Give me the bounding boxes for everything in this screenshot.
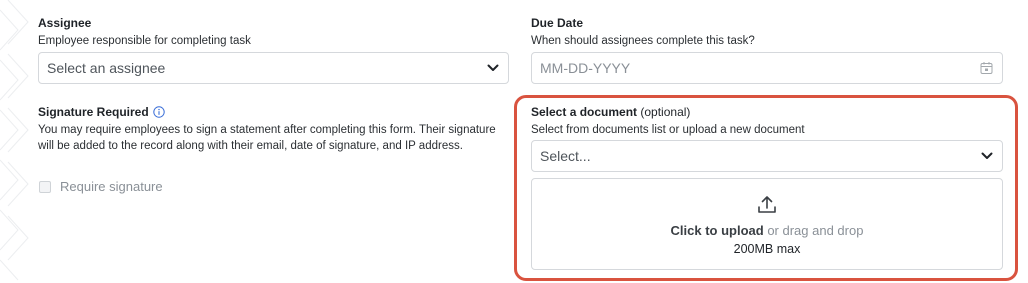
require-signature-checkbox[interactable] (39, 180, 51, 193)
document-label-row: Select a document (optional) (531, 105, 1001, 119)
document-description: Select from documents list or upload a n… (531, 124, 805, 136)
chevron-down-icon (487, 64, 499, 71)
due-date-placeholder: MM-DD-YYYY (540, 60, 631, 76)
document-select[interactable]: Select... (531, 140, 1003, 172)
require-signature-label: Require signature (60, 179, 163, 194)
signature-section: Signature Required You may require emplo… (38, 105, 500, 154)
due-date-label: Due Date (531, 16, 584, 30)
signature-description: You may require employees to sign a stat… (38, 124, 496, 152)
background-pattern (0, 0, 29, 281)
due-date-section: Due Date When should assignees complete … (531, 16, 1001, 49)
signature-label-row: Signature Required (38, 105, 500, 119)
signature-label: Signature Required (38, 105, 149, 119)
upload-icon (758, 196, 776, 213)
upload-max-size: 200MB max (733, 242, 801, 256)
upload-instructions: Click to upload or drag and drop (532, 223, 1002, 238)
document-select-value: Select... (540, 148, 591, 164)
click-to-upload-link[interactable]: Click to upload (671, 223, 764, 238)
document-label: Select a document (531, 105, 638, 119)
assignee-section: Assignee Employee responsible for comple… (38, 16, 508, 49)
assignee-description: Employee responsible for completing task (38, 35, 251, 47)
assignee-select-value: Select an assignee (47, 60, 166, 76)
due-date-description: When should assignees complete this task… (531, 35, 755, 47)
assignee-label: Assignee (38, 16, 92, 30)
document-optional: (optional) (640, 105, 691, 119)
due-date-input[interactable]: MM-DD-YYYY (531, 52, 1003, 84)
assignee-select[interactable]: Select an assignee (38, 52, 509, 84)
info-icon[interactable] (152, 106, 165, 118)
calendar-icon[interactable] (980, 62, 993, 75)
document-section: Select a document (optional) Select from… (531, 105, 1001, 138)
upload-dropzone[interactable]: Click to upload or drag and drop 200MB m… (531, 178, 1003, 270)
require-signature-checkbox-row[interactable]: Require signature (39, 179, 163, 194)
drag-and-drop-text: or drag and drop (763, 223, 864, 238)
chevron-down-icon (981, 152, 993, 159)
